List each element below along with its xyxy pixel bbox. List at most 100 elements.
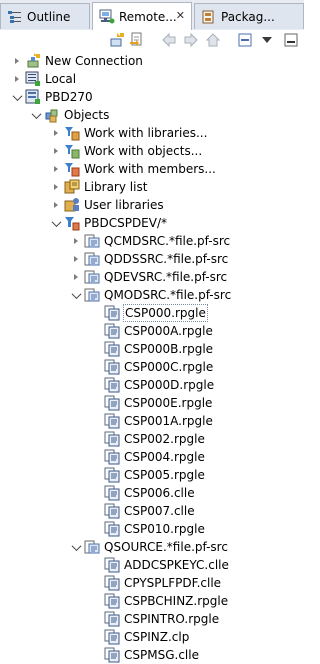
tree-node-label: User libraries (84, 198, 164, 212)
member-icon (104, 611, 120, 627)
member-icon (104, 413, 120, 429)
tab-package-explorer-label: Packag... (221, 9, 275, 24)
objects-subsystem-icon (45, 109, 58, 123)
tree-node-label: CPYSPLFPDF.clle (124, 576, 222, 590)
link-editor-icon[interactable] (129, 32, 145, 48)
member-icon (104, 323, 120, 339)
ibm-i-system-icon (25, 89, 40, 104)
filter-objects-icon (65, 145, 80, 159)
tree-node-filter-pbdcspdev[interactable]: PBDCSPDEV/* (51, 214, 291, 232)
tree-node-label: CSP000E.rpgle (124, 396, 213, 410)
tree-node-source-file[interactable]: QMODSRC.*file.pf-src (71, 286, 291, 304)
expand-toggle[interactable] (71, 272, 81, 282)
tree-node-objects[interactable]: Objects (31, 106, 291, 124)
tree-node-source-file[interactable]: QDEVSRC.*file.pf-src (71, 268, 291, 286)
tab-remote-systems[interactable]: Remote... ✕ (92, 2, 192, 31)
source-file-icon (84, 288, 100, 302)
tree-node-source-file[interactable]: QSOURCE.*file.pf-src (71, 538, 291, 556)
tree-node-label: CSP002.rpgle (124, 432, 205, 446)
member-icon (104, 305, 120, 321)
forward-icon[interactable] (183, 32, 199, 48)
collapse-toggle[interactable] (12, 90, 22, 102)
tree-node-member[interactable]: CSP006.clle (91, 484, 291, 502)
tree-node-label: Objects (64, 108, 110, 122)
tree-node-library-list[interactable]: Library list (51, 178, 291, 196)
expand-toggle[interactable] (12, 56, 22, 66)
view-tab-bar: Outline Remote... ✕ Packag... (0, 0, 304, 31)
view-menu-icon[interactable] (259, 32, 275, 48)
tree-node-member[interactable]: CSP002.rpgle (91, 430, 291, 448)
tree-node-member[interactable]: CSP000D.rpgle (91, 376, 291, 394)
collapse-toggle[interactable] (71, 288, 81, 300)
tree-node-label: CSP000.rpgle (123, 304, 208, 322)
collapse-toggle[interactable] (71, 540, 81, 552)
tree-node-new-connection[interactable]: New Connection (12, 52, 292, 70)
expand-toggle[interactable] (12, 74, 22, 84)
tree-node-source-file[interactable]: QDDSSRC.*file.pf-src (71, 250, 291, 268)
tree-node-member[interactable]: CSP000.rpgle (91, 304, 291, 322)
tree-node-label: CSP007.clle (124, 504, 195, 518)
tab-package-explorer[interactable]: Packag... (194, 3, 304, 29)
tree-node-label: CSP005.rpgle (124, 468, 205, 482)
collapse-toggle[interactable] (31, 108, 41, 120)
tree-node-source-file[interactable]: QCMDSRC.*file.pf-src (71, 232, 291, 250)
tree-node-member[interactable]: CSPMSG.clle (91, 646, 291, 664)
tree-node-member[interactable]: CSP000B.rpgle (91, 340, 291, 358)
expand-toggle[interactable] (51, 200, 61, 210)
tree-node-member[interactable]: CSP010.rpgle (91, 520, 291, 538)
tree-node-label: CSP004.rpgle (124, 450, 205, 464)
member-icon (104, 647, 120, 663)
collapse-toggle[interactable] (51, 216, 61, 228)
local-system-icon (25, 71, 40, 86)
tree-node-member[interactable]: CSPINZ.clp (91, 628, 291, 646)
tree-node-member[interactable]: ADDCSPKEYC.clle (91, 556, 291, 574)
tree-node-local[interactable]: Local (12, 70, 292, 88)
tree-node-member[interactable]: CSP000C.rpgle (91, 358, 291, 376)
tree-node-work-with-objects[interactable]: Work with objects... (51, 142, 291, 160)
expand-toggle[interactable] (51, 146, 61, 156)
tree-node-member[interactable]: CSP001A.rpgle (91, 412, 291, 430)
user-libraries-icon (64, 198, 79, 212)
tree-node-label: QMODSRC.*file.pf-src (104, 288, 232, 302)
view-toolbar (0, 30, 304, 50)
tree-node-member[interactable]: CSP005.rpgle (91, 466, 291, 484)
close-icon[interactable]: ✕ (176, 9, 185, 22)
expand-toggle[interactable] (71, 254, 81, 264)
source-file-icon (84, 234, 100, 248)
tree-node-label: CSP001A.rpgle (124, 414, 213, 428)
tree-node-user-libraries[interactable]: User libraries (51, 196, 291, 214)
member-icon (104, 449, 120, 465)
tree-node-label: Library list (84, 180, 148, 194)
tree-node-member[interactable]: CPYSPLFPDF.clle (91, 574, 291, 592)
tree-node-member[interactable]: CSPINTRO.rpgle (91, 610, 291, 628)
tree-node-label: ADDCSPKEYC.clle (124, 558, 229, 572)
home-icon[interactable] (205, 32, 221, 48)
tree-node-work-with-members[interactable]: Work with members... (51, 160, 291, 178)
tree-node-system[interactable]: PBD270 (12, 88, 292, 106)
tree-node-member[interactable]: CSP007.clle (91, 502, 291, 520)
tree-node-label: Work with libraries... (84, 126, 208, 140)
tree-node-label: CSP000C.rpgle (124, 360, 214, 374)
tree-node-work-with-libraries[interactable]: Work with libraries... (51, 124, 291, 142)
new-connection-icon[interactable] (109, 32, 125, 48)
minimize-icon[interactable] (283, 32, 299, 48)
tree-node-member[interactable]: CSP000A.rpgle (91, 322, 291, 340)
member-icon (104, 593, 120, 609)
tree-node-member[interactable]: CSPBCHINZ.rpgle (91, 592, 291, 610)
expand-toggle[interactable] (51, 128, 61, 138)
back-icon[interactable] (161, 32, 177, 48)
tree-node-label: CSPMSG.clle (124, 648, 199, 662)
expand-toggle[interactable] (51, 164, 61, 174)
tree-node-member[interactable]: CSP000E.rpgle (91, 394, 291, 412)
member-icon (104, 503, 120, 519)
tree-node-label: CSPINTRO.rpgle (124, 612, 220, 626)
collapse-all-icon[interactable] (237, 32, 253, 48)
remote-systems-icon (99, 9, 115, 24)
tab-outline[interactable]: Outline (0, 3, 90, 29)
tree-node-member[interactable]: CSP004.rpgle (91, 448, 291, 466)
expand-toggle[interactable] (51, 182, 61, 192)
member-icon (104, 341, 120, 357)
expand-toggle[interactable] (71, 236, 81, 246)
package-explorer-icon (202, 10, 214, 23)
tree-node-label: PBDCSPDEV/* (84, 216, 168, 230)
